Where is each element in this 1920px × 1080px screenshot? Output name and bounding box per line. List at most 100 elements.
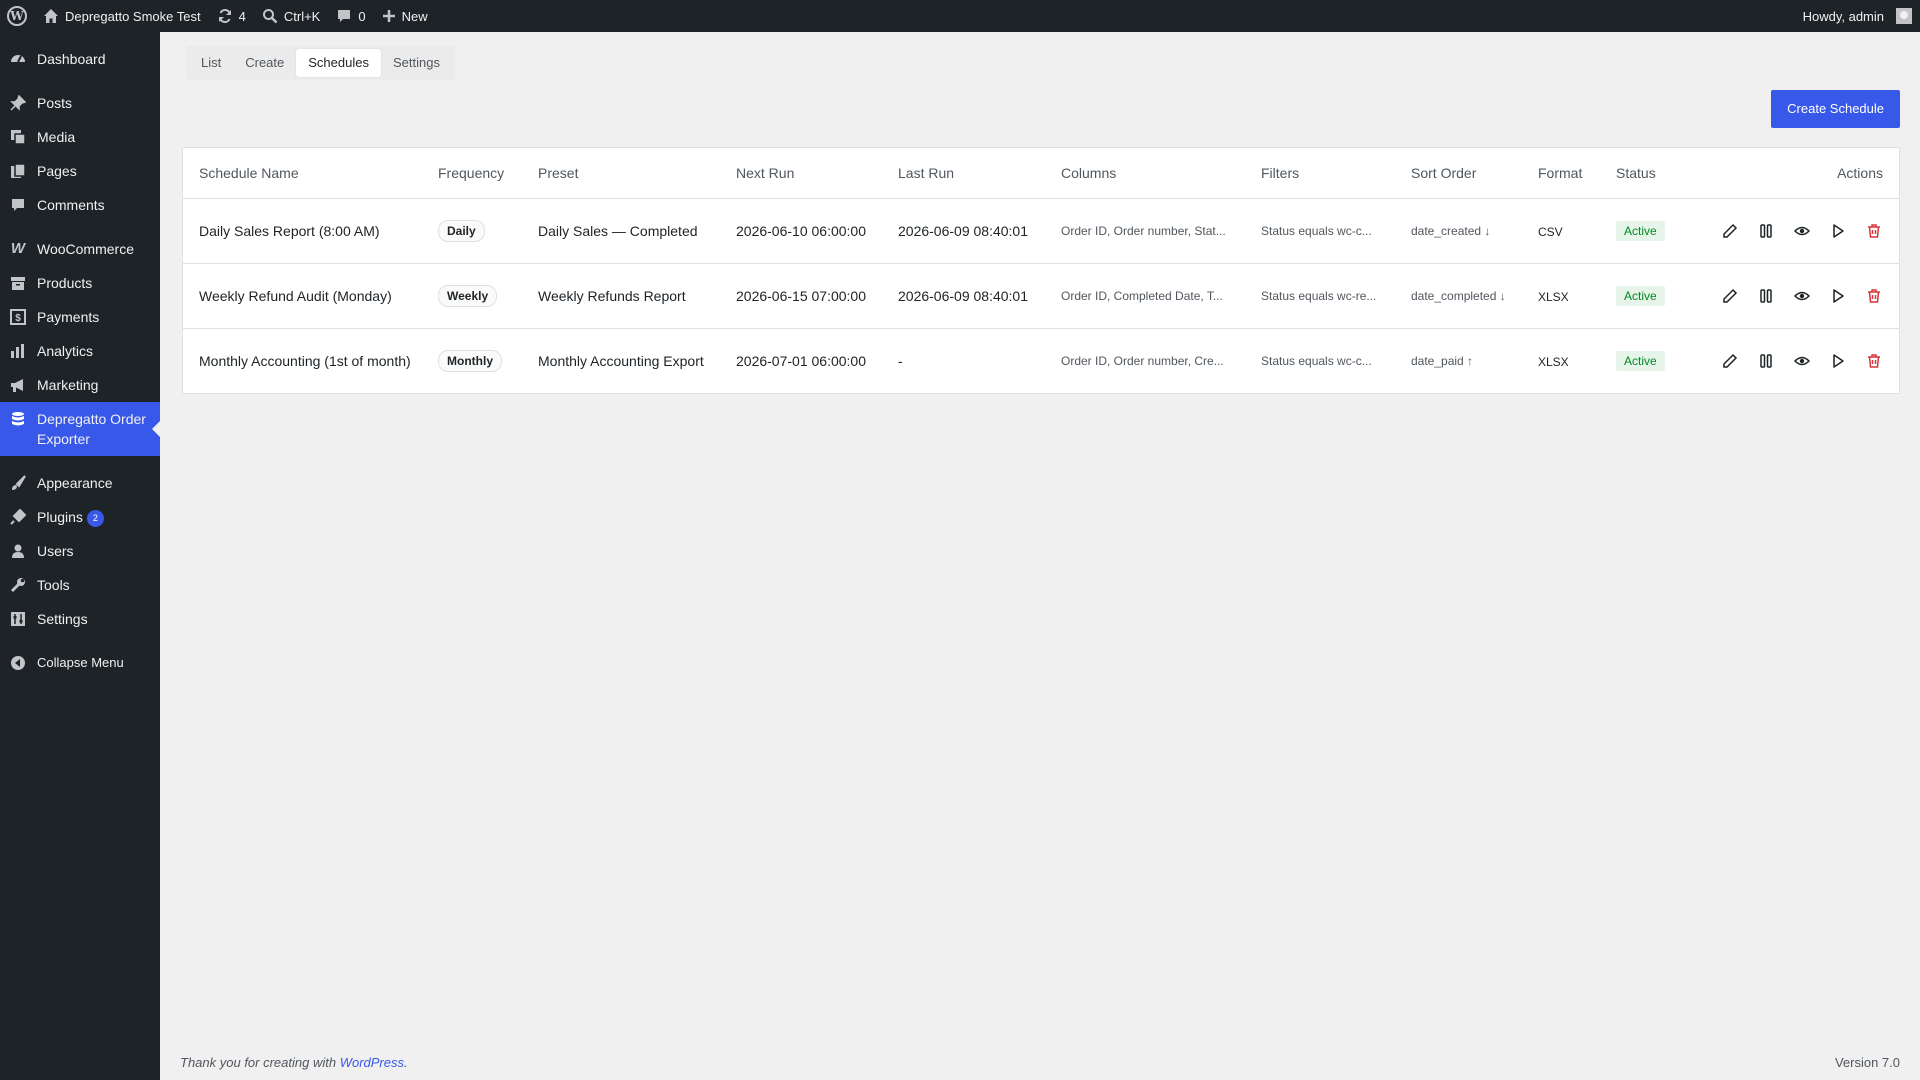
delete-trash-icon[interactable] (1863, 350, 1885, 372)
admin-bar: W Depregatto Smoke Test 4 Ctrl+K 0 New H… (0, 0, 1920, 32)
preview-eye-icon[interactable] (1791, 220, 1813, 242)
sidebar-item-appearance[interactable]: Appearance (0, 466, 160, 500)
pushpin-icon (9, 93, 27, 113)
plugins-update-count-badge: 2 (86, 510, 104, 527)
settings-sliders-icon (9, 609, 27, 629)
status-cell: Active (1606, 327, 1694, 393)
edit-pencil-icon[interactable] (1719, 220, 1741, 242)
paintbrush-icon (9, 473, 27, 493)
run-now-play-icon[interactable] (1827, 220, 1849, 242)
format-label: XLSX (1538, 354, 1569, 369)
frequency-cell: Weekly (428, 262, 528, 328)
collapse-arrow-icon (9, 653, 27, 673)
status-badge: Active (1616, 285, 1665, 306)
sidebar-label-posts: Posts (37, 95, 73, 111)
howdy-text: Howdy, admin (1802, 8, 1884, 24)
sidebar-label-payments: Payments (37, 309, 100, 325)
format-label: XLSX (1538, 289, 1569, 304)
sidebar-item-woocommerce[interactable]: W WooCommerce (0, 232, 160, 266)
sort-order-cell: date_completed ↓ (1401, 262, 1528, 328)
pause-icon[interactable] (1755, 350, 1777, 372)
wrench-icon (9, 575, 27, 595)
plugin-tabs: List Create Schedules Settings (186, 46, 455, 80)
tab-settings[interactable]: Settings (381, 49, 452, 77)
header-filters: Filters (1261, 164, 1300, 181)
preview-eye-icon[interactable] (1791, 350, 1813, 372)
sidebar-item-payments[interactable]: $ Payments (0, 300, 160, 334)
tab-schedules[interactable]: Schedules (296, 49, 381, 77)
frequency-badge: Weekly (438, 284, 498, 307)
sidebar-label-woocommerce: WooCommerce (37, 241, 134, 257)
edit-pencil-icon[interactable] (1719, 350, 1741, 372)
filters-cell: Status equals wc-c... (1251, 327, 1401, 393)
megaphone-icon (9, 375, 27, 395)
my-account-menu[interactable]: Howdy, admin (1795, 0, 1912, 32)
sidebar-label-settings: Settings (37, 611, 88, 627)
sidebar-item-comments[interactable]: Comments (0, 188, 160, 222)
search-shortcut-menu[interactable]: Ctrl+K (254, 0, 328, 32)
sidebar-label-appearance: Appearance (37, 475, 113, 491)
next-run-cell: 2026-06-15 07:00:00 (726, 262, 888, 328)
format-cell: XLSX (1528, 327, 1606, 393)
columns-cell: Order ID, Order number, Cre... (1051, 327, 1251, 393)
frequency-badge: Daily (438, 219, 485, 242)
run-now-play-icon[interactable] (1827, 285, 1849, 307)
preset-cell: Monthly Accounting Export (528, 327, 726, 393)
bar-chart-icon (9, 341, 27, 361)
updates-menu[interactable]: 4 (209, 0, 254, 32)
format-cell: CSV (1528, 197, 1606, 263)
footer-thanks-suffix: . (404, 1055, 408, 1070)
pause-icon[interactable] (1755, 285, 1777, 307)
run-now-play-icon[interactable] (1827, 350, 1849, 372)
sidebar-label-users: Users (37, 543, 74, 559)
sort-order-cell: date_paid ↑ (1401, 327, 1528, 393)
sidebar-item-dashboard[interactable]: Dashboard (0, 42, 160, 76)
create-schedule-button[interactable]: Create Schedule (1771, 90, 1900, 128)
status-badge: Active (1616, 220, 1665, 241)
format-label: CSV (1538, 224, 1563, 239)
sidebar-item-posts[interactable]: Posts (0, 86, 160, 120)
sidebar-item-depregatto-order-exporter[interactable]: Depregatto Order Exporter (0, 402, 160, 456)
tab-create[interactable]: Create (233, 49, 296, 77)
wordpress-link[interactable]: WordPress (340, 1055, 404, 1070)
database-icon (9, 409, 27, 429)
pages-icon (9, 161, 27, 181)
columns-cell: Order ID, Completed Date, T... (1051, 262, 1251, 328)
sidebar-item-products[interactable]: Products (0, 266, 160, 300)
preview-eye-icon[interactable] (1791, 285, 1813, 307)
sidebar-item-settings[interactable]: Settings (0, 602, 160, 636)
edit-pencil-icon[interactable] (1719, 285, 1741, 307)
sidebar-item-tools[interactable]: Tools (0, 568, 160, 602)
tab-list[interactable]: List (189, 49, 233, 77)
columns-cell: Order ID, Order number, Stat... (1051, 197, 1251, 263)
status-badge: Active (1616, 350, 1665, 371)
footer-thanks-prefix: Thank you for creating with (180, 1055, 340, 1070)
admin-sidebar: Dashboard Posts Media Pages Comments W W… (0, 32, 160, 1080)
sidebar-item-pages[interactable]: Pages (0, 154, 160, 188)
comment-bubble-icon (338, 10, 351, 22)
sidebar-label-dashboard: Dashboard (37, 51, 106, 67)
frequency-badge: Monthly (438, 349, 502, 372)
sidebar-item-users[interactable]: Users (0, 534, 160, 568)
collapse-menu-button[interactable]: Collapse Menu (0, 646, 160, 680)
sort-order-cell: date_created ↓ (1401, 197, 1528, 263)
dashboard-gauge-icon (9, 49, 27, 69)
comments-count: 0 (358, 8, 366, 24)
sidebar-item-analytics[interactable]: Analytics (0, 334, 160, 368)
home-icon (44, 9, 58, 23)
header-frequency: Frequency (438, 164, 505, 181)
delete-trash-icon[interactable] (1863, 285, 1885, 307)
sidebar-item-media[interactable]: Media (0, 120, 160, 154)
new-content-menu[interactable]: New (374, 0, 436, 32)
wordpress-logo-menu[interactable]: W (0, 0, 35, 32)
comments-icon (9, 195, 27, 215)
pause-icon[interactable] (1755, 220, 1777, 242)
sidebar-item-marketing[interactable]: Marketing (0, 368, 160, 402)
sidebar-label-media: Media (37, 129, 76, 145)
site-name-menu[interactable]: Depregatto Smoke Test (35, 0, 209, 32)
sidebar-item-plugins[interactable]: Plugins 2 (0, 500, 160, 534)
payments-icon: $ (9, 307, 27, 327)
plus-icon (382, 10, 395, 22)
delete-trash-icon[interactable] (1863, 220, 1885, 242)
comments-menu[interactable]: 0 (328, 0, 373, 32)
